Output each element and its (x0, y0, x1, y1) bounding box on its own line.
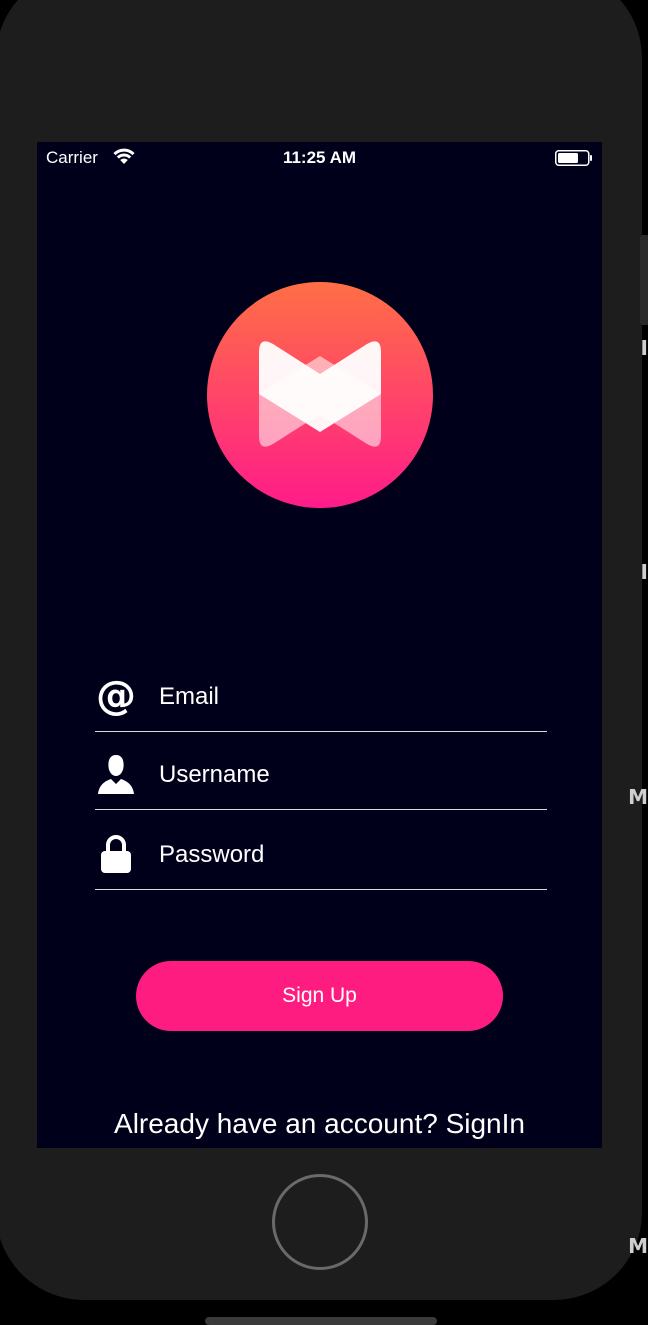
side-glyph: I (640, 560, 648, 584)
app-screen: Carrier 11:25 AM @ Email Username Sign U… (37, 142, 602, 1148)
sign-in-link[interactable]: Already have an account? SignIn (37, 1108, 602, 1140)
email-input[interactable] (159, 677, 529, 717)
status-bar: Carrier 11:25 AM (37, 142, 602, 174)
battery-icon (555, 150, 593, 171)
sign-up-button[interactable]: Sign Up (136, 961, 503, 1031)
app-logo (207, 282, 433, 508)
lock-icon (95, 833, 137, 875)
side-glyph: M (628, 1234, 648, 1258)
bottom-edge-bar (205, 1317, 437, 1325)
username-field-row (95, 729, 547, 810)
simulator-canvas: I I M M Carrier 11:25 AM @ Email Usernam… (0, 0, 648, 1325)
window-edge-tab (640, 235, 648, 325)
side-glyph: M (628, 785, 648, 809)
email-field-row: @ (95, 651, 547, 732)
svg-text:@: @ (96, 675, 136, 717)
at-icon: @ (95, 675, 137, 717)
bowtie-m-logo-icon (207, 282, 433, 508)
home-button[interactable] (272, 1174, 368, 1270)
user-icon (95, 753, 137, 795)
side-glyph: I (640, 336, 648, 360)
status-time: 11:25 AM (282, 148, 357, 167)
password-input[interactable] (159, 835, 529, 875)
password-field-row (95, 809, 547, 890)
username-input[interactable] (159, 755, 529, 795)
